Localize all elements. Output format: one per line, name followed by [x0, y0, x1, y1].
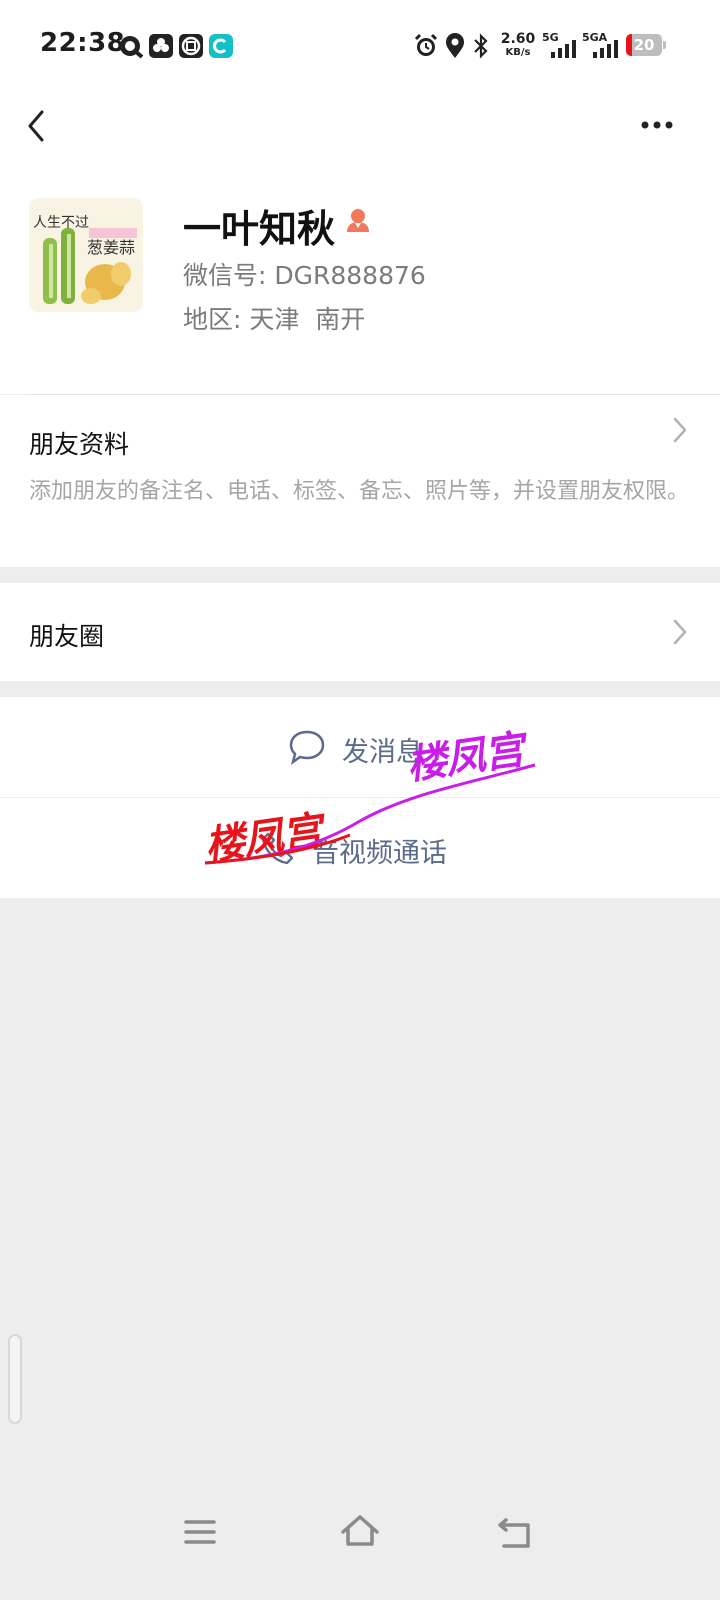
app-notification-icon-3: [178, 33, 204, 59]
back-nav-button[interactable]: [496, 1512, 536, 1552]
bluetooth-icon: [472, 33, 490, 59]
network-speed-value: 2.60: [500, 31, 536, 47]
back-arrow-icon: [498, 1518, 530, 1548]
avatar-caption-1: 人生不过: [33, 215, 89, 231]
signal-2: 5GA: [582, 32, 622, 60]
network-speed: 2.60 KB/s: [498, 32, 538, 59]
chevron-right-icon: [668, 617, 692, 647]
app-notification-icon-4: [208, 33, 234, 59]
friend-info-row[interactable]: 朋友资料 添加朋友的备注名、电话、标签、备忘、照片等，并设置朋友权限。: [0, 395, 720, 567]
moments-title: 朋友圈: [29, 622, 105, 651]
more-button[interactable]: [636, 114, 678, 136]
signal-bars-icon: [551, 40, 576, 58]
app-notification-icon-2: [148, 33, 174, 59]
avatar-caption-2: 葱姜蒜: [87, 238, 136, 257]
signal-1: 5G: [542, 32, 578, 60]
location-icon: [444, 33, 466, 59]
alarm-icon: [413, 33, 439, 59]
chevron-right-icon: [668, 415, 692, 445]
friend-info-subtitle: 添加朋友的备注名、电话、标签、备忘、照片等，并设置朋友权限。: [29, 479, 690, 504]
more-icon: [641, 121, 673, 129]
contact-name: 一叶知秋: [183, 207, 336, 251]
back-button[interactable]: [20, 106, 52, 146]
home-button[interactable]: [338, 1510, 382, 1554]
avatar[interactable]: 人生不过 葱姜蒜: [29, 198, 143, 312]
nav-bar: [0, 96, 720, 160]
scroll-indicator: [8, 1334, 22, 1424]
signal-bars-icon: [593, 40, 618, 58]
home-icon: [341, 1515, 379, 1546]
menu-icon: [184, 1520, 216, 1544]
battery-icon: 20: [626, 34, 668, 58]
menu-button[interactable]: [180, 1512, 220, 1552]
system-nav-bar: [0, 1510, 720, 1600]
profile-header: 人生不过 葱姜蒜 一叶知秋 微信号: DGR888876 地区: 天津 南开: [0, 160, 720, 394]
friend-info-title: 朋友资料: [29, 430, 130, 459]
watermark-swoosh: [204, 763, 536, 865]
battery-level: 20: [633, 36, 655, 54]
status-time: 22:38: [40, 28, 126, 58]
network-speed-unit: KB/s: [505, 47, 531, 58]
app-notification-icon-1: [118, 33, 144, 59]
chevron-left-icon: [28, 110, 44, 142]
region: 地区: 天津 南开: [183, 305, 366, 334]
moments-row[interactable]: 朋友圈: [0, 583, 720, 681]
status-bar: 22:38 2.60 KB/s 5G 5GA 20: [0, 0, 720, 96]
female-icon: [344, 206, 372, 234]
wechat-id: 微信号: DGR888876: [183, 261, 426, 290]
